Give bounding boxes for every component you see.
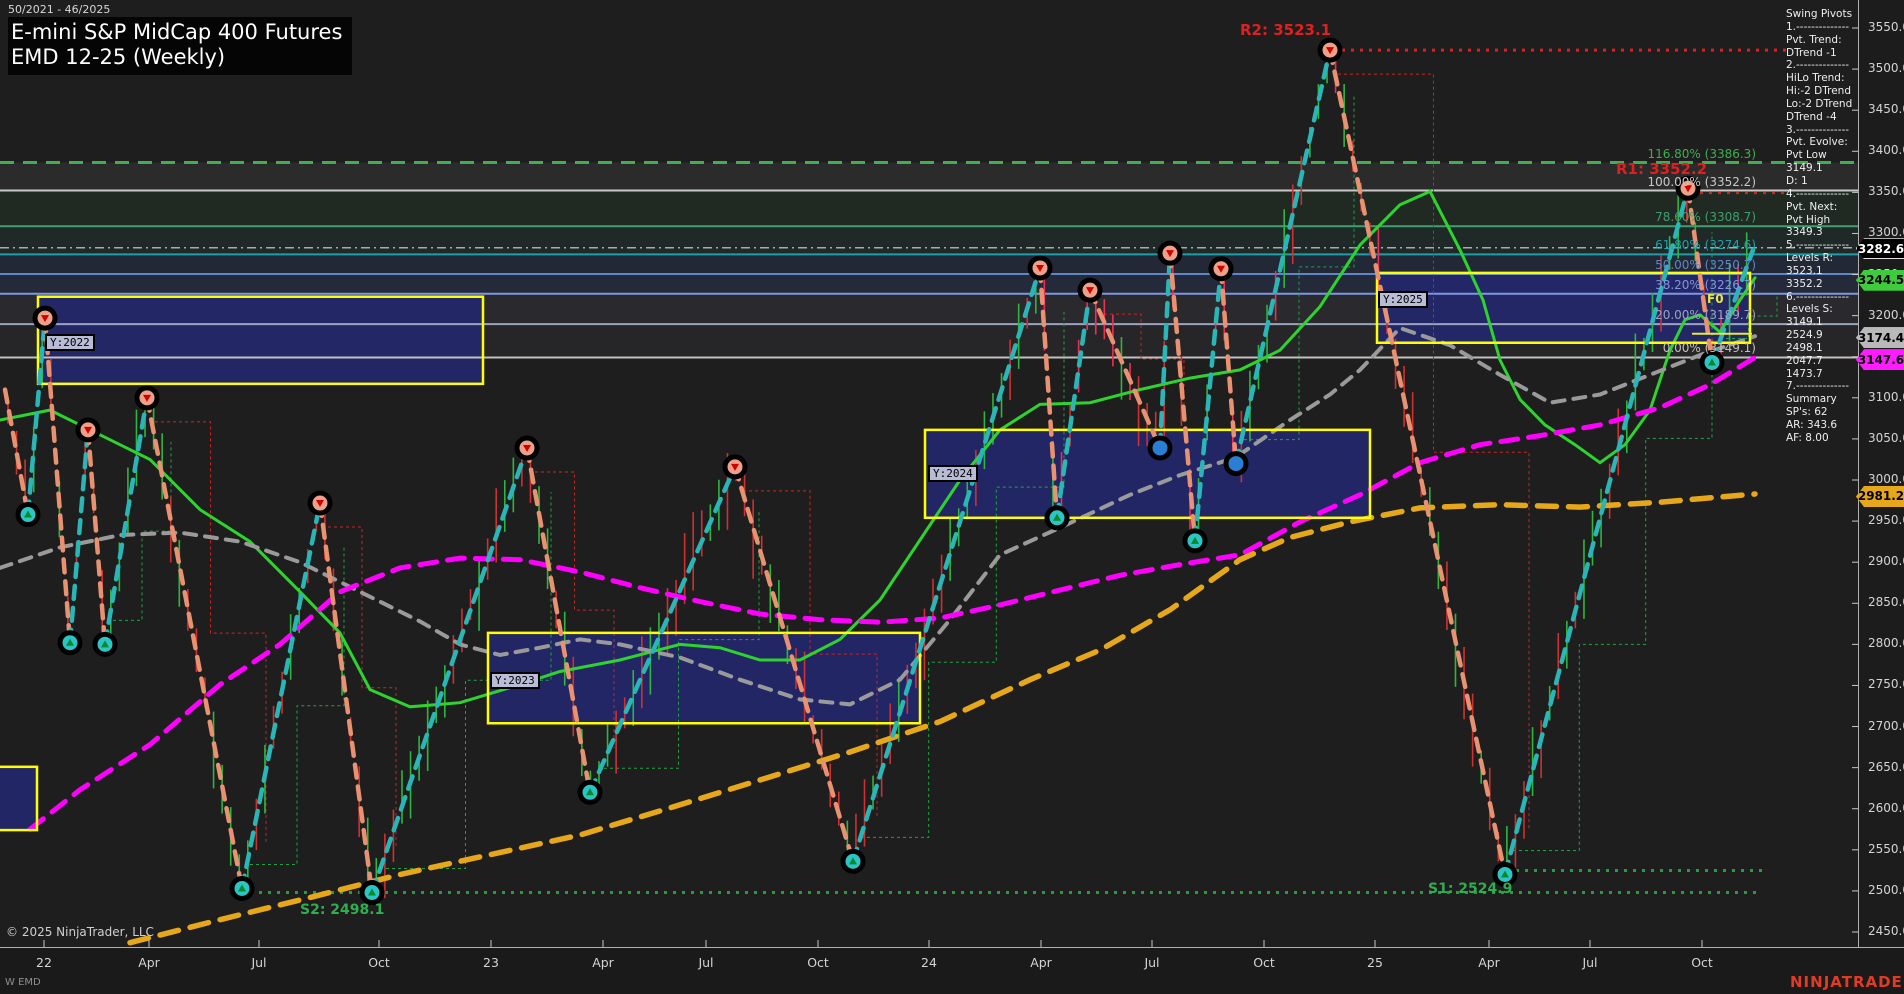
- time-axis-label: Apr: [1478, 955, 1500, 970]
- price-axis-label: 2450.0: [1868, 924, 1904, 938]
- pivot-marker[interactable]: [230, 876, 255, 901]
- pivot-marker[interactable]: [1493, 862, 1518, 887]
- price-axis-label: 2850.0: [1868, 595, 1904, 609]
- pivot-marker[interactable]: [360, 880, 385, 905]
- fib-band: [0, 254, 1858, 274]
- time-axis[interactable]: [0, 947, 1904, 994]
- price-axis-label: 2900.0: [1868, 554, 1904, 568]
- price-axis-label: 3500.0: [1868, 61, 1904, 75]
- time-axis-label: Jul: [1582, 955, 1597, 970]
- price-axis-label: 2500.0: [1868, 883, 1904, 897]
- price-badge: 3244.5: [1856, 270, 1904, 291]
- price-axis-label: 3050.0: [1868, 431, 1904, 445]
- price-axis-label: 2800.0: [1868, 636, 1904, 650]
- price-axis-label: 3200.0: [1868, 308, 1904, 322]
- pivot-marker[interactable]: [723, 454, 748, 479]
- time-axis-label: 25: [1367, 955, 1383, 970]
- price-axis-label: 2550.0: [1868, 842, 1904, 856]
- time-axis-label: Oct: [1253, 955, 1275, 970]
- pivot-marker[interactable]: [1045, 505, 1070, 530]
- price-axis-label: 3100.0: [1868, 390, 1904, 404]
- pivot-marker[interactable]: [1700, 350, 1725, 375]
- price-badge: 3147.6: [1856, 349, 1904, 370]
- pivot-marker[interactable]: [58, 630, 83, 655]
- pivot-marker[interactable]: [1148, 435, 1173, 460]
- time-axis-label: 22: [36, 955, 52, 970]
- pivot-marker[interactable]: [1158, 241, 1183, 266]
- price-badge: 2981.2: [1856, 486, 1904, 507]
- time-axis-label: 24: [921, 955, 937, 970]
- time-axis-label: Jul: [251, 955, 266, 970]
- time-axis-label: Oct: [368, 955, 390, 970]
- chart-surface[interactable]: [0, 0, 1904, 947]
- time-axis-label: 23: [483, 955, 499, 970]
- pivot-marker[interactable]: [578, 780, 603, 805]
- pivot-marker[interactable]: [76, 417, 101, 442]
- pivot-marker[interactable]: [1209, 256, 1234, 281]
- pivot-marker[interactable]: [93, 632, 118, 657]
- pivot-marker[interactable]: [308, 491, 333, 516]
- fib-band: [0, 163, 1858, 191]
- time-axis-label: Jul: [1144, 955, 1159, 970]
- chart-window: 50/2021 - 46/2025 E-mini S&P MidCap 400 …: [0, 0, 1904, 994]
- pivot-marker[interactable]: [1224, 451, 1249, 476]
- price-axis-label: 2650.0: [1868, 760, 1904, 774]
- price-axis-label: 3450.0: [1868, 102, 1904, 116]
- price-axis-label: 3400.0: [1868, 143, 1904, 157]
- price-badge: 3282.6: [1856, 238, 1904, 259]
- time-axis-label: Oct: [807, 955, 829, 970]
- fib-band: [0, 226, 1858, 254]
- pivot-marker[interactable]: [1318, 38, 1343, 63]
- pivot-marker[interactable]: [841, 849, 866, 874]
- pivot-marker[interactable]: [33, 306, 58, 331]
- pivot-marker[interactable]: [515, 435, 540, 460]
- pivot-marker[interactable]: [1676, 176, 1701, 201]
- pivot-marker[interactable]: [1078, 278, 1103, 303]
- price-axis-label: 3550.0: [1868, 20, 1904, 34]
- time-axis-label: Apr: [1030, 955, 1052, 970]
- year-range-fill: [0, 767, 37, 830]
- price-axis-label: 3350.0: [1868, 184, 1904, 198]
- time-axis-label: Apr: [592, 955, 614, 970]
- price-axis-label: 3000.0: [1868, 472, 1904, 486]
- time-axis-label: Apr: [138, 955, 160, 970]
- price-axis-label: 2700.0: [1868, 719, 1904, 733]
- price-axis-label: 2750.0: [1868, 677, 1904, 691]
- price-axis-label: 2600.0: [1868, 801, 1904, 815]
- price-badge: 3174.4: [1856, 327, 1904, 348]
- year-range-fill: [38, 297, 483, 384]
- pivot-marker[interactable]: [135, 385, 160, 410]
- year-range-fill: [1377, 273, 1750, 343]
- time-axis-label: Oct: [1691, 955, 1713, 970]
- price-axis-label: 3300.0: [1868, 225, 1904, 239]
- pivot-marker[interactable]: [1183, 528, 1208, 553]
- pivot-marker[interactable]: [1028, 255, 1053, 280]
- pivot-marker[interactable]: [16, 502, 41, 527]
- fib-band: [0, 191, 1858, 227]
- price-axis-label: 2950.0: [1868, 513, 1904, 527]
- time-axis-label: Jul: [698, 955, 713, 970]
